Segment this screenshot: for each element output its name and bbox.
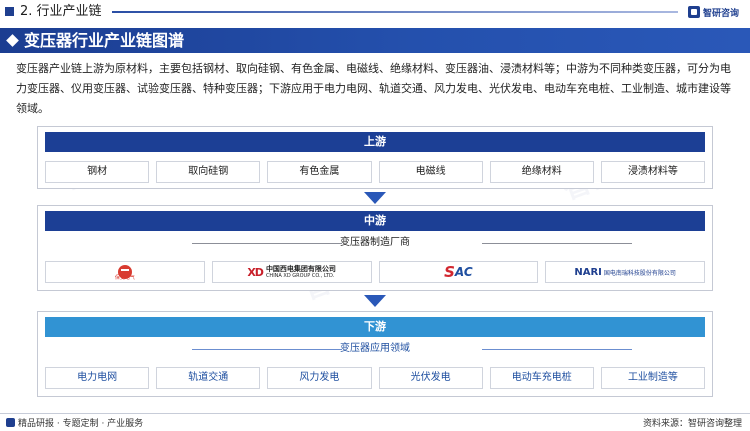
nari-logo-text: 国电南瑞科技股份有限公司: [603, 269, 676, 277]
page-title: 变压器行业产业链图谱: [24, 31, 185, 50]
downstream-item: 电动车充电桩: [489, 367, 594, 389]
upstream-section: 上游 钢材 取向硅钢 有色金属 电磁线 绝缘材料 浸渍材料等: [37, 126, 713, 189]
section-title: 2. 行业产业链: [20, 4, 102, 19]
downstream-section: 下游 变压器应用领域 电力电网 轨道交通 风力发电 光伏发电 电动车充电桩 工业…: [37, 311, 713, 397]
brand-name: 智研咨询: [703, 8, 740, 19]
sac-logo-ac: AC: [454, 265, 473, 279]
upstream-item: 浸渍材料等: [600, 161, 706, 183]
manufacturer-logo: S AC: [378, 261, 539, 283]
logo-caption: 保变电气: [114, 275, 135, 281]
midstream-subtitle-line: 变压器制造厂商: [45, 236, 705, 250]
downstream-item: 工业制造等: [600, 367, 706, 389]
manufacturer-logo: NARI 国电南瑞科技股份有限公司: [545, 261, 705, 283]
footer-logo-icon: [6, 418, 15, 427]
upstream-item: 绝缘材料: [489, 161, 594, 183]
manufacturer-logos: 保变电气 XD 中国西电集团有限公司 CHINA XD GROUP CO., L…: [45, 261, 705, 283]
brand-logo-icon: [688, 6, 700, 18]
title-rule: [112, 11, 678, 13]
footer-left: 精品研报 · 专题定制 · 产业服务: [6, 416, 143, 429]
upstream-items: 钢材 取向硅钢 有色金属 电磁线 绝缘材料 浸渍材料等: [45, 161, 706, 183]
manufacturer-logo: 保变电气: [45, 261, 205, 283]
down-arrow-icon: [364, 192, 386, 204]
downstream-item: 风力发电: [267, 367, 372, 389]
downstream-header: 下游: [45, 317, 705, 337]
top-bar: 2. 行业产业链 智研咨询: [0, 0, 750, 24]
manufacturer-logo: XD 中国西电集团有限公司 CHINA XD GROUP CO., LTD.: [211, 261, 372, 283]
midstream-header: 中游: [45, 211, 705, 231]
square-icon: [5, 7, 14, 16]
downstream-item: 电力电网: [45, 367, 150, 389]
downstream-subtitle-line: 变压器应用领域: [45, 342, 705, 356]
xd-logo-en: CHINA XD GROUP CO., LTD.: [265, 273, 335, 279]
upstream-item: 电磁线: [378, 161, 483, 183]
xd-logo-mark: XD: [247, 265, 264, 279]
midstream-section: 中游 变压器制造厂商 保变电气 XD 中国西电集团有限公司 CHINA XD G…: [37, 205, 713, 291]
upstream-item: 有色金属: [267, 161, 372, 183]
downstream-items: 电力电网 轨道交通 风力发电 光伏发电 电动车充电桩 工业制造等: [45, 367, 706, 389]
upstream-item: 钢材: [45, 161, 150, 183]
footer: 精品研报 · 专题定制 · 产业服务 资料来源：智研咨询整理: [0, 413, 750, 431]
source-note: 资料来源：智研咨询整理: [642, 419, 742, 429]
upstream-header: 上游: [45, 132, 705, 152]
upstream-item: 取向硅钢: [156, 161, 261, 183]
brand: 智研咨询: [688, 4, 739, 20]
sac-logo-s: S: [444, 263, 455, 281]
xd-logo-cn: 中国西电集团有限公司: [265, 265, 336, 273]
nari-logo-mark: NARI: [574, 266, 602, 278]
title-banner: 变压器行业产业链图谱: [0, 28, 750, 53]
downstream-item: 光伏发电: [378, 367, 483, 389]
down-arrow-icon: [364, 295, 386, 307]
footer-tagline: 精品研报 · 专题定制 · 产业服务: [18, 419, 144, 429]
downstream-item: 轨道交通: [156, 367, 261, 389]
diamond-icon: [6, 34, 19, 47]
intro-paragraph: 变压器产业链上游为原材料，主要包括钢材、取向硅钢、有色金属、电磁线、绝缘材料、变…: [16, 62, 731, 115]
